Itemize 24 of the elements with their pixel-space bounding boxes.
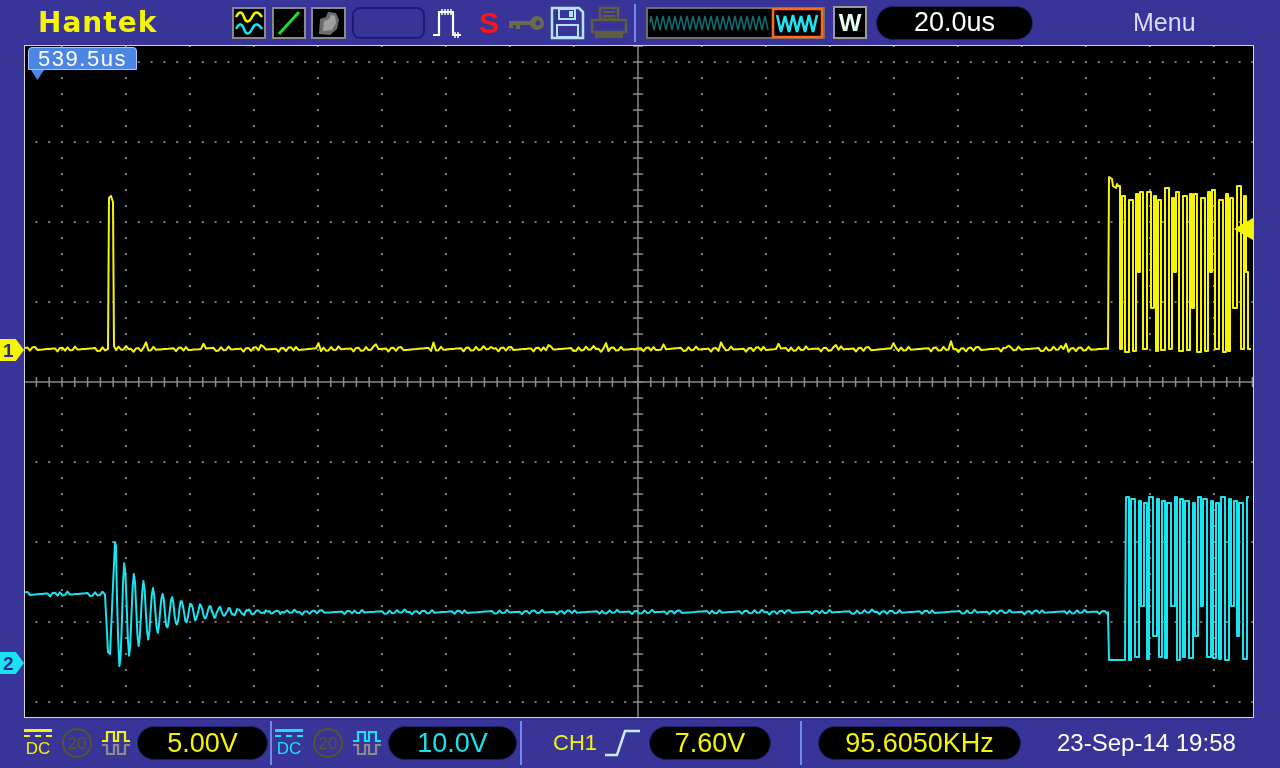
timebase-readout: 20.0us bbox=[876, 5, 1033, 40]
acquisition-status-letter: S bbox=[478, 7, 500, 38]
trigger-position-pointer-icon bbox=[31, 70, 44, 80]
bandwidth-limit-indicator: 20 bbox=[313, 728, 343, 758]
zoom-mode-indicator: W bbox=[833, 6, 867, 39]
square-wave-icon bbox=[352, 729, 382, 757]
menu-title: Menu bbox=[1133, 10, 1196, 35]
volts-per-division-readout: 5.00V bbox=[137, 726, 268, 760]
trigger-source-label: CH1 bbox=[553, 732, 597, 754]
pulse-icon bbox=[432, 6, 462, 39]
volts-per-division-readout: 10.0V bbox=[388, 726, 517, 760]
channel-marker: 1 bbox=[0, 339, 24, 361]
brand-logo: Hantek bbox=[38, 8, 159, 37]
printer-icon bbox=[590, 5, 628, 40]
frequency-readout: 95.6050KHz bbox=[818, 726, 1021, 760]
dc-coupling-indicator: DC bbox=[275, 729, 303, 757]
square-wave-icon bbox=[101, 729, 131, 757]
dual-sine-wave-icon bbox=[232, 6, 266, 39]
date-time-text: 23-Sep-14 19:58 bbox=[1057, 731, 1236, 755]
dc-coupling-indicator: DC bbox=[24, 729, 52, 757]
blurred-shape-icon bbox=[311, 6, 346, 39]
channel-marker: 2 bbox=[0, 652, 24, 674]
bandwidth-limit-indicator: 20 bbox=[62, 728, 92, 758]
trigger-level-readout: 7.60V bbox=[649, 726, 771, 760]
